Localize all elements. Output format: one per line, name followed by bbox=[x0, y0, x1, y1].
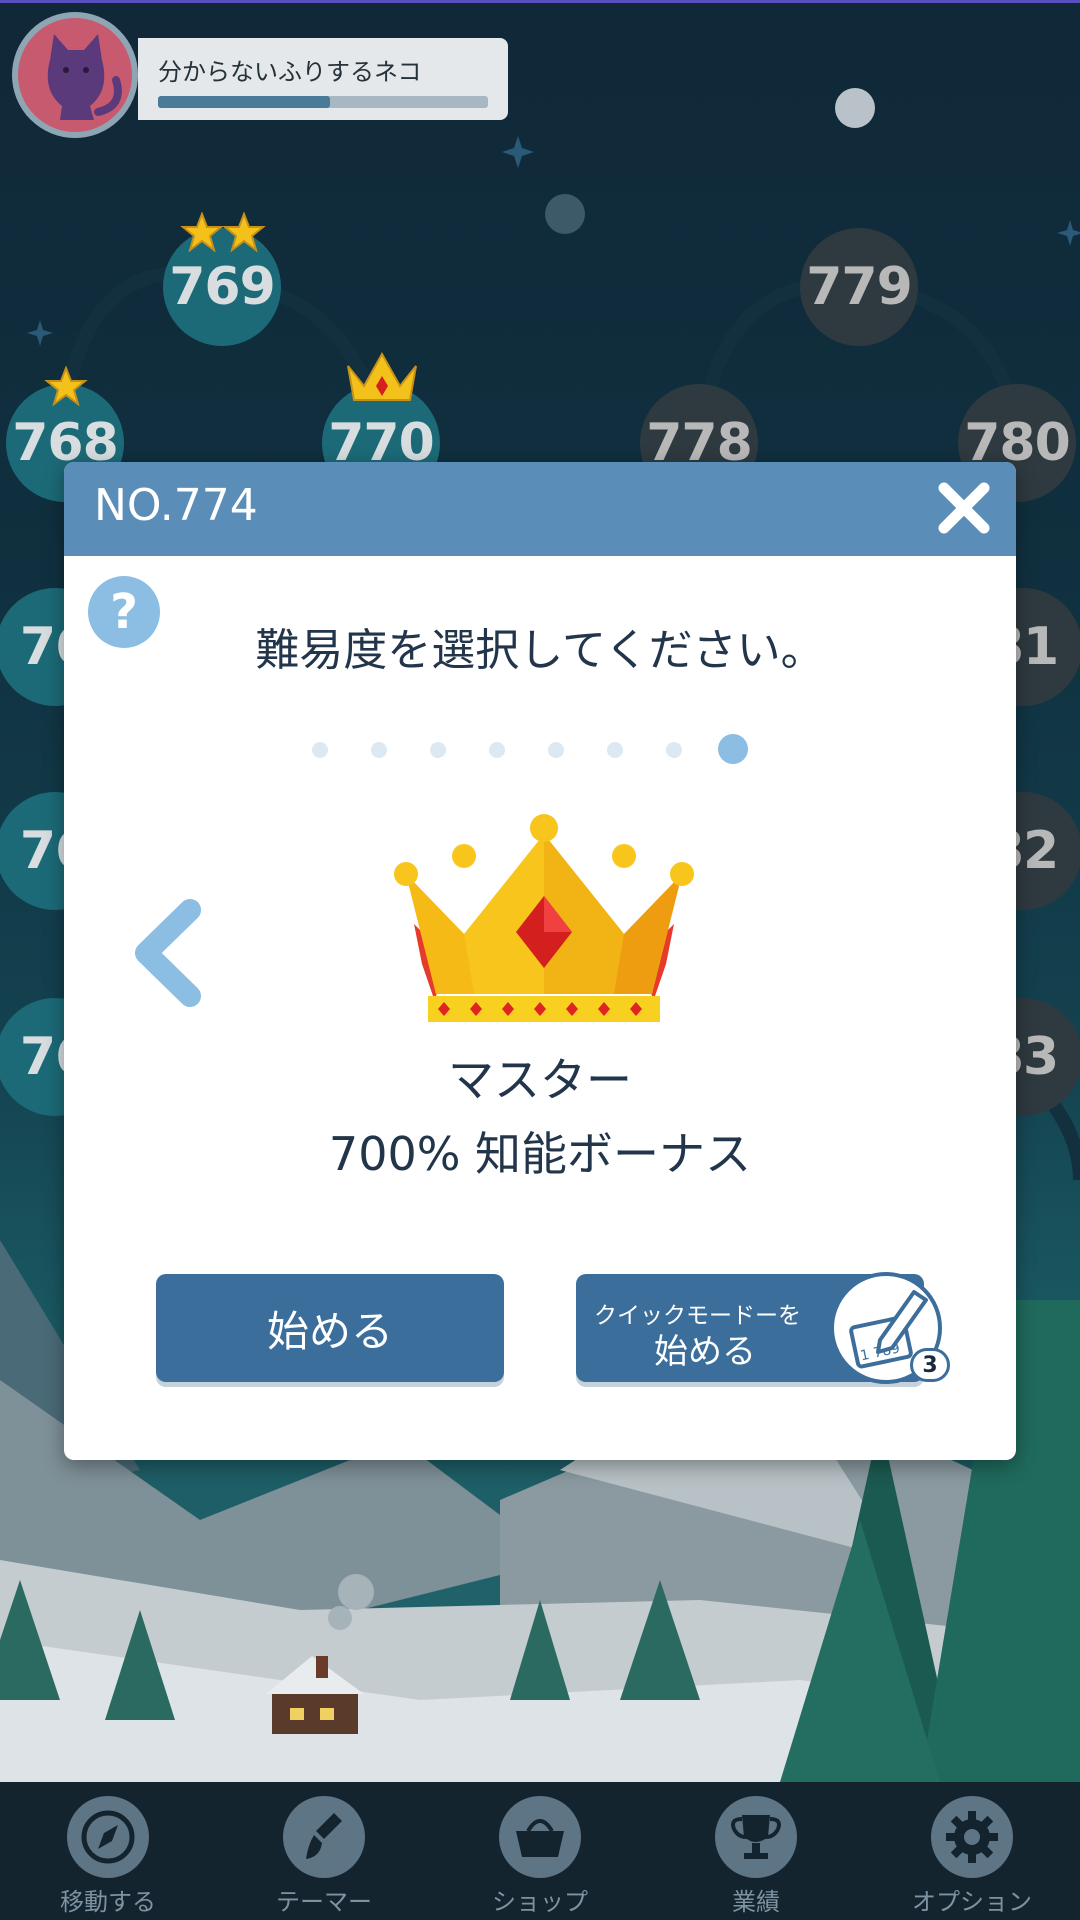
cabin bbox=[272, 1690, 358, 1734]
moon-dot bbox=[835, 88, 875, 128]
nav-item-shop[interactable]: ショップ bbox=[432, 1782, 648, 1920]
start-button[interactable]: 始める bbox=[156, 1274, 504, 1382]
difficulty-indicator bbox=[64, 734, 1016, 764]
nav-item-theme[interactable]: テーマー bbox=[216, 1782, 432, 1920]
difficulty-dot[interactable] bbox=[430, 742, 446, 758]
nav-label: テーマー bbox=[276, 1888, 372, 1916]
intelligence-bonus: 700% 知能ボーナス bbox=[328, 1127, 752, 1181]
quick-mode-count-badge: 3 bbox=[910, 1348, 950, 1382]
gear-icon bbox=[931, 1796, 1013, 1878]
level-node[interactable]: 779 bbox=[800, 228, 918, 346]
nav-item-achievements[interactable]: 業績 bbox=[648, 1782, 864, 1920]
difficulty-dot[interactable] bbox=[548, 742, 564, 758]
basket-icon bbox=[499, 1796, 581, 1878]
master-crown-icon bbox=[394, 814, 694, 1022]
trophy-icon bbox=[715, 1796, 797, 1878]
difficulty-dot[interactable] bbox=[666, 742, 682, 758]
dialog-title: NO.774 bbox=[94, 480, 258, 531]
difficulty-dialog: NO.774 ? 難易度を選択してください。 マスター 700% 知能ボーナス … bbox=[64, 462, 1016, 1460]
quick-mode-label-bottom: 始める bbox=[654, 1332, 756, 1372]
difficulty-name: マスター bbox=[448, 1053, 632, 1107]
avatar[interactable] bbox=[12, 12, 138, 138]
difficulty-dot[interactable] bbox=[489, 742, 505, 758]
star-icon bbox=[44, 366, 88, 406]
star-icon bbox=[180, 212, 266, 252]
nav-label: 業績 bbox=[732, 1888, 780, 1916]
player-card[interactable]: 分からないふりするネコ bbox=[138, 38, 508, 120]
difficulty-dot-active[interactable] bbox=[718, 734, 748, 764]
previous-difficulty-arrow[interactable] bbox=[130, 898, 206, 1008]
player-progress-fill bbox=[158, 96, 330, 108]
start-button-label: 始める bbox=[266, 1306, 393, 1356]
nav-item-move[interactable]: 移動する bbox=[0, 1782, 216, 1920]
quick-mode-button[interactable]: クイックモードーを 始める 1 789 3 bbox=[576, 1272, 950, 1384]
difficulty-dot[interactable] bbox=[607, 742, 623, 758]
nav-label: ショップ bbox=[492, 1888, 588, 1916]
difficulty-dot[interactable] bbox=[312, 742, 328, 758]
nav-label: オプション bbox=[912, 1888, 1032, 1916]
crown-icon bbox=[347, 351, 417, 401]
compass-icon bbox=[67, 1796, 149, 1878]
nav-item-options[interactable]: オプション bbox=[864, 1782, 1080, 1920]
cat-icon bbox=[47, 34, 122, 120]
close-icon[interactable] bbox=[932, 476, 996, 540]
difficulty-prompt: 難易度を選択してください。 bbox=[255, 625, 825, 676]
player-name: 分からないふりするネコ bbox=[158, 58, 422, 86]
player-progress-bar bbox=[158, 96, 488, 108]
bottom-navigation: 移動する テーマー ショップ 業績 オプション bbox=[0, 1782, 1080, 1920]
nav-label: 移動する bbox=[60, 1888, 156, 1916]
difficulty-dot[interactable] bbox=[371, 742, 387, 758]
brush-icon bbox=[283, 1796, 365, 1878]
dialog-header: NO.774 bbox=[64, 462, 1016, 556]
